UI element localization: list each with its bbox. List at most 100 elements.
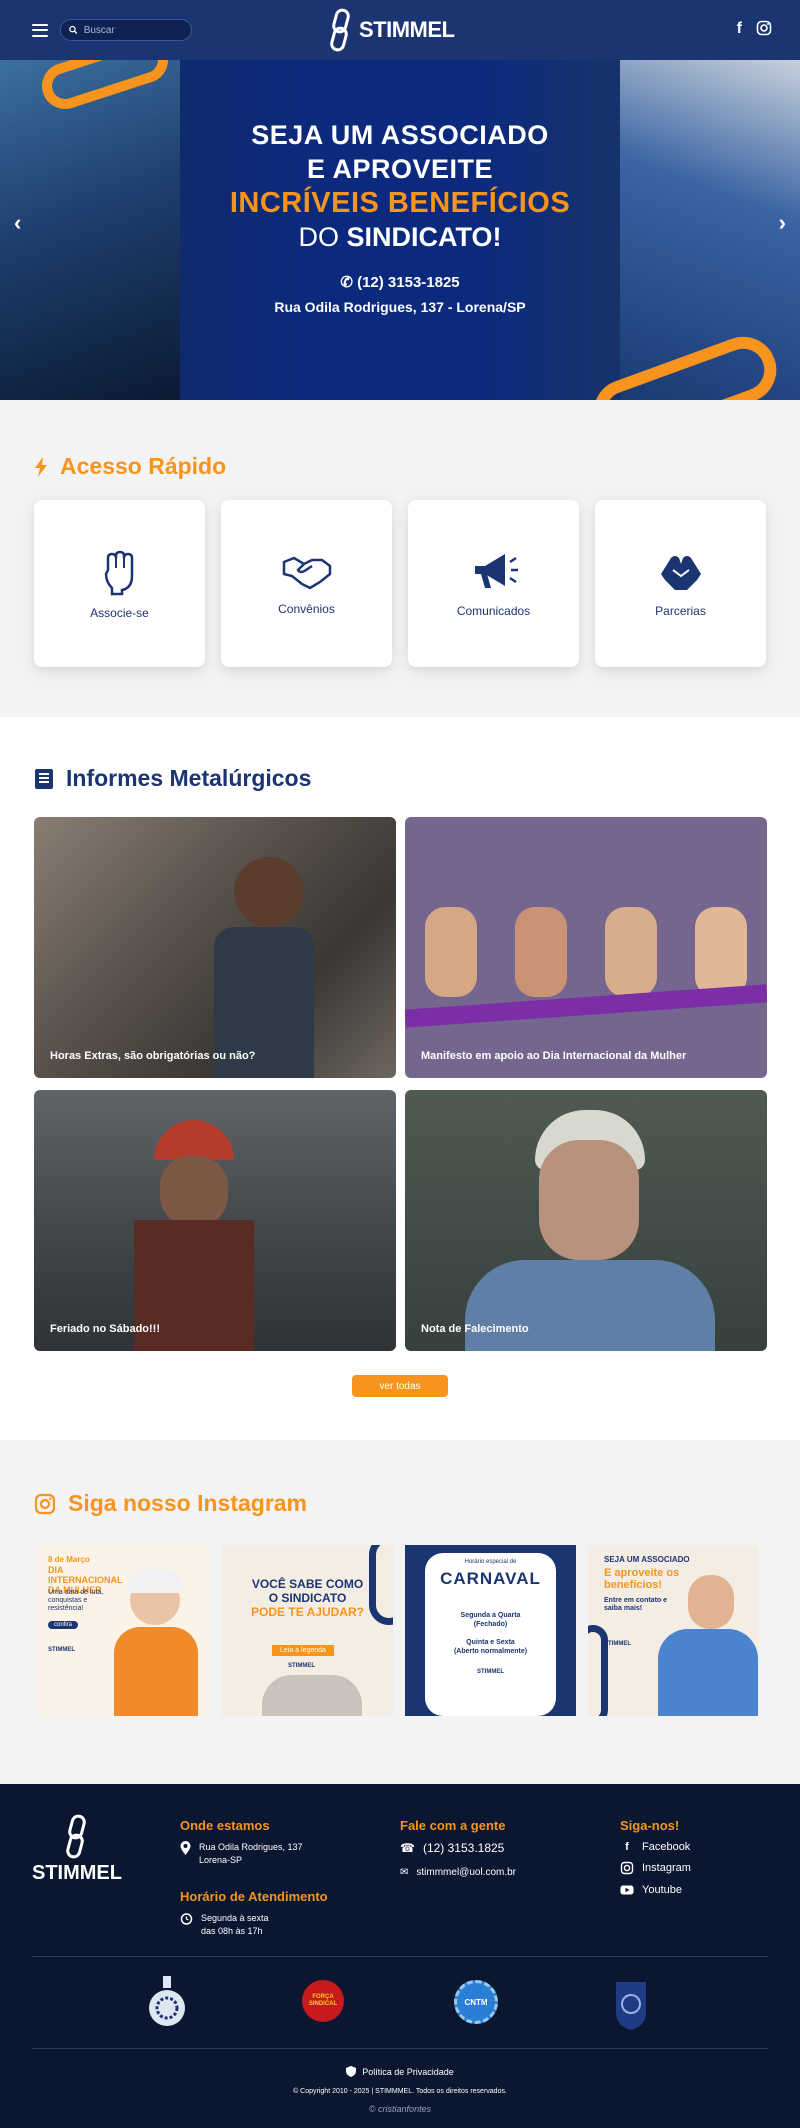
hero-welder-photo <box>0 60 180 400</box>
footer-contact-title: Fale com a gente <box>400 1818 506 1833</box>
partner-logo-4[interactable] <box>610 1972 652 2032</box>
location-pin-icon <box>180 1841 191 1855</box>
partner-logo-1[interactable] <box>146 1972 188 2032</box>
post-text: Segunda a Quarta <box>460 1612 521 1619</box>
quick-card-parcerias[interactable]: Parcerias <box>595 500 766 667</box>
post-text: PODE TE AJUDAR? <box>251 1605 364 1619</box>
hero-phone: (12) 3153-1825 <box>357 274 460 291</box>
post-text: DIA INTERNACIONAL <box>48 1565 123 1585</box>
instagram-post[interactable]: Horário especial de CARNAVAL Segunda a Q… <box>405 1545 576 1716</box>
news-card[interactable]: Feriado no Sábado!!! <box>34 1090 396 1351</box>
post-brand: STIMMEL <box>477 1669 504 1675</box>
megaphone-icon <box>474 553 518 588</box>
quick-access-title: Acesso Rápido <box>60 453 227 479</box>
post-brand: STIMMEL <box>48 1647 75 1653</box>
footer-hours-1: Segunda à sexta <box>201 1913 269 1923</box>
post-text: Leia a legenda <box>272 1645 334 1656</box>
news-card[interactable]: Manifesto em apoio ao Dia Internacional … <box>405 817 767 1078</box>
hero-address: Rua Odila Rodrigues, 137 - Lorena/SP <box>274 299 526 315</box>
news-caption: Manifesto em apoio ao Dia Internacional … <box>421 1050 687 1062</box>
footer-youtube-label: Youtube <box>642 1884 682 1896</box>
chain-logo-icon <box>66 1814 86 1859</box>
hero-line-2: E APROVEITE <box>306 154 494 184</box>
quick-card-convenios[interactable]: Convênios <box>221 500 392 667</box>
post-text: Entre em contato e saiba mais! <box>604 1597 668 1612</box>
instagram-section: Siga nosso Instagram 8 de Março DIA INTE… <box>0 1440 800 1784</box>
footer-logo-text: STIMMEL <box>32 1862 122 1884</box>
footer-phone[interactable]: (12) 3153.1825 <box>423 1841 504 1855</box>
handshake-icon <box>282 556 331 589</box>
raised-fist-icon <box>104 550 133 595</box>
post-text: Uma data de luta, conquistas e resistênc… <box>48 1589 104 1612</box>
quick-card-label: Associe-se <box>90 605 149 620</box>
footer-address-2: Lorena-SP <box>199 1855 243 1865</box>
quick-card-associe[interactable]: Associe-se <box>34 500 205 667</box>
post-text: (Fechado) <box>473 1621 508 1628</box>
post-text: benefícios! <box>604 1579 663 1591</box>
facebook-icon: f <box>625 1841 629 1853</box>
envelope-icon: ✉ <box>400 1867 409 1878</box>
site-logo[interactable]: STIMMEL <box>329 8 455 52</box>
instagram-title: Siga nosso Instagram <box>68 1490 308 1516</box>
footer-email[interactable]: stimmmel@uol.com.br <box>416 1867 516 1878</box>
post-text: VOCÊ SABE COMO <box>251 1577 364 1591</box>
post-text: O SINDICATO <box>268 1591 347 1605</box>
lightning-icon <box>35 456 47 477</box>
hero-line-3: INCRÍVEIS BENEFÍCIOS <box>229 187 571 219</box>
search-box[interactable] <box>60 19 192 41</box>
facebook-icon[interactable]: f <box>737 20 742 38</box>
post-text: E aproveite os <box>604 1567 680 1579</box>
footer-facebook-link[interactable]: f Facebook <box>620 1841 691 1853</box>
top-header: STIMMEL f <box>0 0 800 60</box>
news-card[interactable]: Nota de Falecimento <box>405 1090 767 1351</box>
partner-logo-3[interactable]: CNTM <box>454 1980 498 2024</box>
news-section: Informes Metalúrgicos Horas Extras, são … <box>0 717 800 1440</box>
hamburger-menu-icon[interactable] <box>32 23 48 37</box>
site-footer: STIMMEL Onde estamos Rua Odila Rodrigues… <box>0 1784 800 2128</box>
footer-instagram-link[interactable]: Instagram <box>620 1861 691 1875</box>
privacy-link[interactable]: Política de Privacidade <box>0 2066 800 2077</box>
hero-line-4b: SINDICATO! <box>346 222 502 252</box>
search-input[interactable] <box>83 24 183 36</box>
instagram-post[interactable]: 8 de Março DIA INTERNACIONAL DA MULHER Um… <box>38 1545 209 1716</box>
instagram-icon[interactable] <box>756 20 772 36</box>
news-caption: Nota de Falecimento <box>421 1323 529 1335</box>
hands-clasp-icon <box>660 555 701 590</box>
slider-next-icon[interactable]: › <box>779 210 786 236</box>
quick-card-label: Convênios <box>278 601 335 616</box>
copyright-text: © Copyright 2010 - 2025 | STIMMMEL. Todo… <box>293 2088 507 2095</box>
post-text: Quinta e Sexta <box>466 1639 515 1646</box>
post-text: 8 de Março <box>48 1555 90 1564</box>
instagram-post[interactable]: VOCÊ SABE COMO O SINDICATO PODE TE AJUDAR?… <box>222 1545 393 1716</box>
footer-where-title: Onde estamos <box>180 1818 270 1833</box>
footer-hours-2: das 08h às 17h <box>201 1926 263 1936</box>
view-all-button[interactable]: ver todas <box>352 1375 448 1397</box>
news-card[interactable]: Horas Extras, são obrigatórias ou não? <box>34 817 396 1078</box>
phone-icon: ✆ <box>340 274 358 291</box>
quick-card-comunicados[interactable]: Comunicados <box>408 500 579 667</box>
chain-logo-icon <box>330 8 350 52</box>
instagram-post[interactable]: SEJA UM ASSOCIADO E aproveite os benefíci… <box>588 1545 759 1716</box>
footer-youtube-link[interactable]: Youtube <box>620 1883 691 1897</box>
hero-banner[interactable]: SEJA UM ASSOCIADO E APROVEITE INCRÍVEIS … <box>0 60 800 400</box>
post-text: (Aberto normalmente) <box>453 1648 528 1655</box>
news-caption: Horas Extras, são obrigatórias ou não? <box>50 1050 256 1062</box>
partner-logo-2[interactable]: FORÇA SINDICAL <box>302 1980 344 2022</box>
hero-line-4a: DO <box>298 222 347 252</box>
partner-seal-icon <box>149 1976 185 2026</box>
instagram-icon <box>620 1861 634 1875</box>
news-title: Informes Metalúrgicos <box>66 765 312 791</box>
instagram-icon <box>34 1493 56 1514</box>
youtube-icon <box>620 1885 634 1895</box>
quick-access-section: Acesso Rápido Associe-se Convênios Comun… <box>0 400 800 717</box>
footer-address-1: Rua Odila Rodrigues, 137 <box>199 1842 303 1852</box>
post-text: SEJA UM ASSOCIADO <box>604 1555 690 1564</box>
footer-hours-title: Horário de Atendimento <box>180 1889 328 1904</box>
post-brand: STIMMEL <box>604 1641 631 1647</box>
post-text: confira <box>48 1621 79 1629</box>
credit-link[interactable]: © cristianfontes <box>0 2104 800 2114</box>
footer-logo[interactable]: STIMMEL <box>32 1814 122 1885</box>
slider-prev-icon[interactable]: ‹ <box>14 210 21 236</box>
news-caption: Feriado no Sábado!!! <box>50 1323 160 1335</box>
post-text: Horário especial de <box>464 1559 517 1565</box>
